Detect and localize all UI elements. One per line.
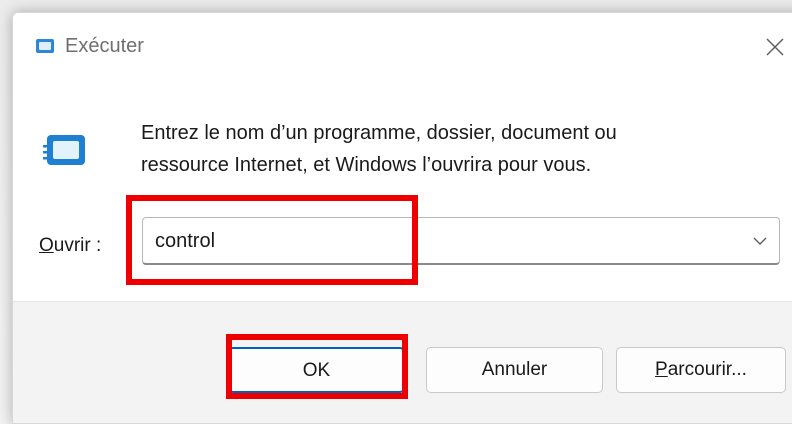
instruction-line-2: ressource Internet, et Windows l’ouvrira… bbox=[141, 154, 592, 176]
instruction-text: Entrez le nom d’un programme, dossier, d… bbox=[141, 117, 781, 181]
run-dialog: Exécuter Entrez le nom d’un programme, d… bbox=[12, 12, 792, 424]
open-combobox[interactable] bbox=[142, 217, 780, 265]
ok-button[interactable]: OK bbox=[228, 347, 405, 393]
open-label-accelerator: O bbox=[39, 235, 54, 256]
browse-label: arcourir... bbox=[667, 359, 747, 380]
cancel-button[interactable]: Annuler bbox=[426, 347, 603, 393]
button-bar: OK Annuler Parcourir... bbox=[13, 301, 792, 423]
run-icon bbox=[36, 39, 54, 53]
browse-accelerator: P bbox=[655, 359, 668, 380]
dialog-content: Entrez le nom d’un programme, dossier, d… bbox=[13, 85, 792, 301]
window-title: Exécuter bbox=[65, 35, 144, 57]
browse-button[interactable]: Parcourir... bbox=[616, 347, 786, 393]
chevron-down-icon[interactable] bbox=[751, 232, 769, 250]
run-large-icon bbox=[43, 135, 85, 165]
open-label: Ouvrir : bbox=[39, 235, 101, 257]
instruction-line-1: Entrez le nom d’un programme, dossier, d… bbox=[141, 122, 617, 144]
title-bar: Exécuter bbox=[13, 13, 792, 85]
open-label-text: uvrir : bbox=[53, 235, 102, 256]
open-input[interactable] bbox=[155, 230, 715, 253]
close-icon[interactable] bbox=[761, 33, 789, 61]
